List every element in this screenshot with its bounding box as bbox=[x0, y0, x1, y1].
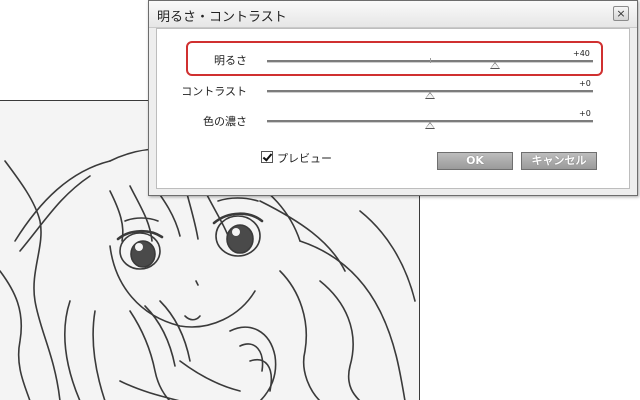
preview-checkbox[interactable] bbox=[261, 151, 273, 163]
saturation-slider[interactable] bbox=[267, 116, 593, 130]
triangle-thumb-icon[interactable] bbox=[425, 122, 435, 129]
brightness-contrast-dialog: 明るさ・コントラスト × 明るさ +40 コントラスト +0 色の濃さ +0 プ… bbox=[148, 0, 638, 196]
dialog-titlebar[interactable]: 明るさ・コントラスト × bbox=[149, 1, 637, 28]
saturation-label: 色の濃さ bbox=[203, 115, 247, 128]
brightness-slider[interactable] bbox=[267, 56, 593, 70]
contrast-slider[interactable] bbox=[267, 86, 593, 100]
close-icon[interactable]: × bbox=[613, 6, 629, 21]
brightness-center-tick bbox=[430, 58, 431, 63]
cancel-button[interactable]: キャンセル bbox=[521, 152, 597, 170]
dialog-content: 明るさ +40 コントラスト +0 色の濃さ +0 プレビュー OK キャンセル bbox=[156, 28, 630, 189]
triangle-thumb-icon[interactable] bbox=[425, 92, 435, 99]
brightness-label: 明るさ bbox=[214, 54, 247, 67]
preview-label[interactable]: プレビュー bbox=[277, 150, 332, 166]
ok-button[interactable]: OK bbox=[437, 152, 513, 170]
contrast-label: コントラスト bbox=[181, 85, 247, 98]
dialog-title: 明るさ・コントラスト bbox=[157, 10, 287, 25]
triangle-thumb-icon[interactable] bbox=[490, 62, 501, 69]
